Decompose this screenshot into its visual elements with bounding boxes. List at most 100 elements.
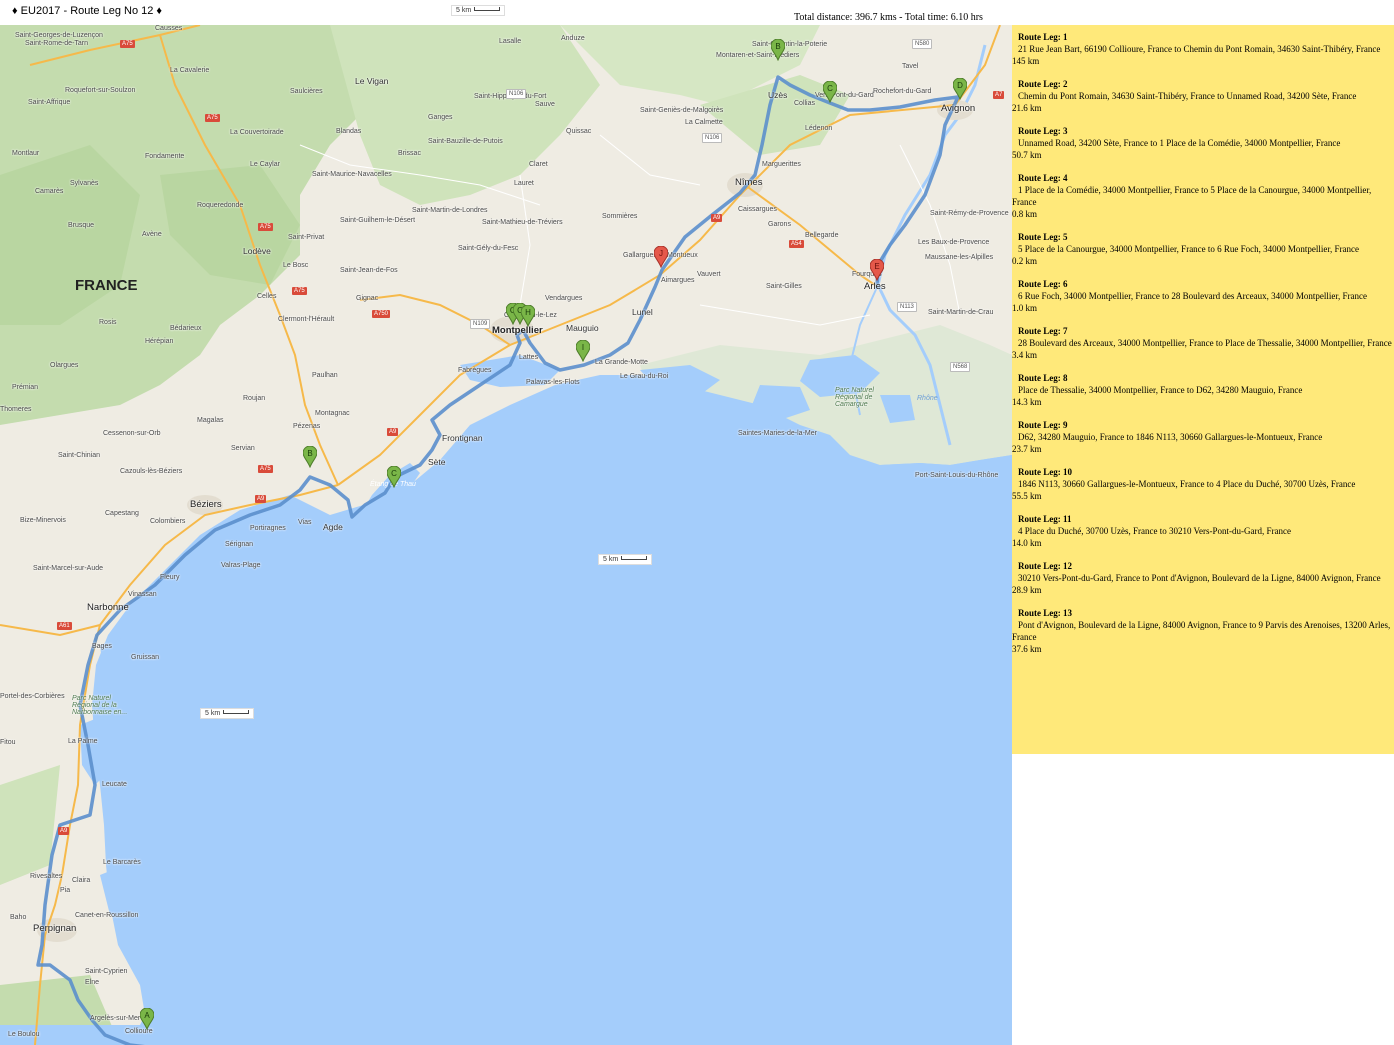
route-marker[interactable]: J (654, 246, 668, 268)
route-leg: Route Leg: 10 1846 N113, 30660 Gallargue… (1012, 466, 1392, 502)
leg-route: 4 Place du Duché, 30700 Uzès, France to … (1018, 526, 1292, 536)
scale-bar: 5 km (598, 554, 653, 565)
place-label: Le Vigan (355, 76, 389, 86)
place-label: Saint-Rome-de-Tarn (25, 40, 89, 47)
place-label: Roqueredonde (197, 202, 244, 209)
place-label: Baho (10, 914, 27, 921)
place-label: Clermont-l'Hérault (278, 316, 335, 323)
leg-route: Pont d'Avignon, Boulevard de la Ligne, 8… (1012, 620, 1391, 642)
place-label: Lunel (632, 307, 653, 317)
route-marker[interactable]: E (870, 259, 884, 281)
place-label: Aimargues (661, 277, 695, 284)
place-label: Saint-Martin-de-Londres (412, 207, 488, 214)
route-marker[interactable]: I (576, 340, 590, 362)
leg-route: Chemin du Pont Romain, 34630 Saint-Thibé… (1018, 91, 1357, 101)
leg-distance: 37.6 km (1012, 644, 1042, 654)
place-label: Colombiers (150, 518, 186, 525)
place-label: Tavel (902, 63, 919, 70)
place-label: Vauvert (697, 271, 721, 278)
place-label: Sérignan (225, 541, 254, 548)
place-label: Elne (85, 979, 100, 986)
place-label: Montpellier (492, 325, 543, 336)
map-canvas (0, 25, 1012, 1045)
place-label: Le Boulou (8, 1031, 40, 1038)
leg-distance: 50.7 km (1012, 150, 1042, 160)
leg-distance: 3.4 km (1012, 350, 1038, 360)
route-marker[interactable]: D (953, 78, 967, 100)
leg-distance: 0.2 km (1012, 256, 1038, 266)
leg-title: Route Leg: 7 (1018, 326, 1068, 336)
marker-letter: C (391, 469, 397, 478)
route-marker[interactable]: B (303, 446, 317, 468)
marker-letter: D (957, 81, 963, 90)
place-label: Perpignan (33, 923, 77, 934)
place-label: Fitou (0, 739, 16, 746)
place-label: Saint-Chinian (58, 452, 101, 459)
route-marker[interactable]: H (521, 305, 535, 327)
scale-bar: 5 km (200, 708, 255, 719)
place-label: Saint-Marcel-sur-Aude (33, 565, 104, 572)
route-marker[interactable]: C (823, 81, 837, 103)
leg-route: D62, 34280 Mauguio, France to 1846 N113,… (1018, 432, 1323, 442)
route-totals: Total distance: 396.7 kms - Total time: … (794, 12, 983, 23)
marker-letter: A (144, 1011, 150, 1020)
place-label: Claira (72, 877, 91, 884)
leg-title: Route Leg: 11 (1018, 514, 1072, 524)
place-label: La Grande-Motte (595, 359, 648, 366)
place-label: Collias (794, 100, 816, 107)
scale-label: 5 km (205, 710, 221, 717)
place-label: La Couvertoirade (230, 129, 284, 136)
place-label: Avignon (941, 103, 976, 114)
place-label: Magalas (197, 417, 224, 424)
route-leg: Route Leg: 6 6 Rue Foch, 34000 Montpelli… (1012, 278, 1392, 314)
place-label: Sauve (535, 101, 555, 108)
place-label: Cazouls-lès-Béziers (120, 468, 183, 475)
place-label: Palavas-les-Flots (526, 379, 580, 386)
leg-route: Unnamed Road, 34200 Sète, France to 1 Pl… (1018, 138, 1341, 148)
marker-letter: B (775, 42, 781, 51)
place-label: Gignac (356, 295, 379, 302)
route-leg: Route Leg: 3 Unnamed Road, 34200 Sète, F… (1012, 125, 1392, 161)
place-label: Saint-Jean-de-Fos (340, 267, 398, 274)
road-label: N109 (470, 319, 491, 329)
road-label: A9 (387, 428, 399, 436)
route-leg: Route Leg: 8 Place de Thessalie, 34000 M… (1012, 372, 1392, 408)
route-leg: Route Leg: 12 30210 Vers-Pont-du-Gard, F… (1012, 560, 1392, 596)
place-label: Lauret (514, 180, 534, 187)
place-label: Canet-en-Roussillon (75, 912, 139, 919)
place-label: Port-Saint-Louis-du-Rhône (915, 472, 999, 479)
place-label: Saint-Affrique (28, 99, 71, 106)
place-label: Roujan (243, 395, 266, 402)
leg-distance: 55.5 km (1012, 491, 1042, 501)
place-label: Marguerittes (762, 161, 801, 168)
place-label: Saint-Geniès-de-Malgoirès (640, 107, 724, 114)
place-label: Pézenas (293, 423, 321, 430)
place-label: Rochefort-du-Gard (873, 88, 932, 95)
place-label: Anduze (561, 35, 585, 42)
scale-label: 5 km (456, 7, 472, 14)
place-label: Capestang (105, 510, 139, 517)
leg-distance: 14.3 km (1012, 397, 1042, 407)
marker-letter: H (525, 308, 531, 317)
leg-title: Route Leg: 9 (1018, 420, 1068, 430)
country-label: FRANCE (75, 277, 138, 294)
marker-letter: J (659, 249, 663, 258)
place-label: Camarès (35, 188, 64, 195)
map-view[interactable]: FRANCE Causses Saint-Georges-de-Luzençon… (0, 25, 1012, 1045)
place-label: Hérépian (145, 338, 174, 345)
route-marker[interactable]: B (771, 39, 785, 61)
road-label: A75 (258, 465, 273, 473)
place-label: Lédenon (805, 125, 833, 132)
route-legs-panel: Route Leg: 1 21 Rue Jean Bart, 66190 Col… (1012, 25, 1394, 754)
route-marker[interactable]: C (387, 466, 401, 488)
leg-distance: 28.9 km (1012, 585, 1042, 595)
place-label: Gruissan (131, 654, 160, 661)
place-label: Montagnac (315, 410, 350, 417)
place-label: Lasalle (499, 38, 522, 45)
place-label: Parc Naturel Régional de la Narbonnaise … (72, 695, 128, 716)
place-label: Les Baux-de-Provence (918, 239, 990, 246)
place-label: La Calmette (685, 119, 723, 126)
leg-title: Route Leg: 10 (1018, 467, 1072, 477)
place-label: Pia (60, 887, 71, 894)
route-marker[interactable]: A (140, 1008, 154, 1030)
